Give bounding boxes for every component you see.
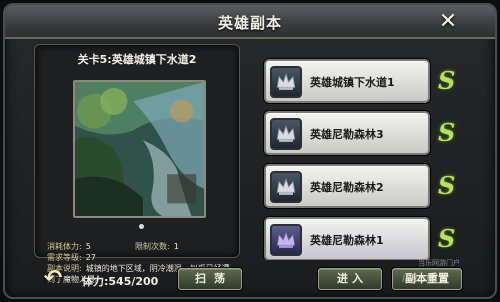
- stage-preview-image: [73, 80, 206, 218]
- crown-emblem-icon: [270, 118, 302, 150]
- grade-s-icon: S: [438, 224, 456, 253]
- stage-title: 关卡5:英雄城镇下水道2: [77, 53, 197, 66]
- crown-emblem-icon: [270, 224, 302, 256]
- limit-label: 限制次数:: [135, 242, 170, 251]
- watermark-caption: 当乐网游门户: [418, 259, 460, 267]
- enter-button[interactable]: 进入: [318, 268, 382, 290]
- dungeon-list[interactable]: 英雄城镇下水道1 S 英雄尼勒森林3 S 英雄尼勒森林2 S 英雄尼勒森林1 S: [256, 44, 478, 260]
- crown-emblem-icon: [270, 66, 302, 98]
- title-bar: 英雄副本 ✕: [5, 5, 495, 39]
- dungeon-label: 英雄尼勒森林3: [310, 128, 384, 141]
- level-value: 27: [85, 253, 96, 262]
- dungeon-label: 英雄尼勒森林2: [310, 181, 384, 194]
- limit-info: 限制次数: 1: [135, 241, 179, 252]
- dialog-title: 英雄副本: [217, 14, 282, 32]
- watermark: li.d.cn: [402, 274, 433, 285]
- limit-value: 1: [173, 242, 179, 251]
- dungeon-item-2[interactable]: 英雄尼勒森林3: [264, 111, 430, 155]
- grade-s-icon: S: [438, 118, 456, 147]
- forest-scene-illustration: [75, 82, 204, 216]
- page-indicator-dot: [139, 224, 144, 229]
- dungeon-item-3[interactable]: 英雄尼勒森林2: [264, 164, 430, 208]
- dungeon-item-4[interactable]: 英雄尼勒森林1: [264, 217, 430, 260]
- back-arrow-icon[interactable]: ↶: [40, 268, 66, 290]
- cost-info: 消耗体力: 5: [47, 241, 91, 252]
- cost-label: 消耗体力:: [47, 242, 82, 251]
- grade-s-icon: S: [438, 66, 456, 95]
- stamina-readout: 体力:545/200: [82, 275, 159, 288]
- close-icon[interactable]: ✕: [437, 11, 459, 33]
- cost-value: 5: [85, 242, 91, 251]
- level-info: 需求等级: 27: [47, 252, 96, 263]
- stage-detail-panel: 关卡5:英雄城镇下水道2 消耗体力: 5 限制次数: 1 需求等级: 27 副本说明:…: [34, 44, 240, 284]
- level-label: 需求等级:: [47, 253, 82, 262]
- dungeon-label: 英雄城镇下水道1: [310, 76, 395, 89]
- crown-emblem-icon: [270, 171, 302, 203]
- sweep-button[interactable]: 扫荡: [178, 268, 242, 290]
- grade-s-icon: S: [438, 171, 456, 200]
- dungeon-label: 英雄尼勒森林1: [310, 234, 384, 247]
- dungeon-item-1[interactable]: 英雄城镇下水道1: [264, 59, 430, 103]
